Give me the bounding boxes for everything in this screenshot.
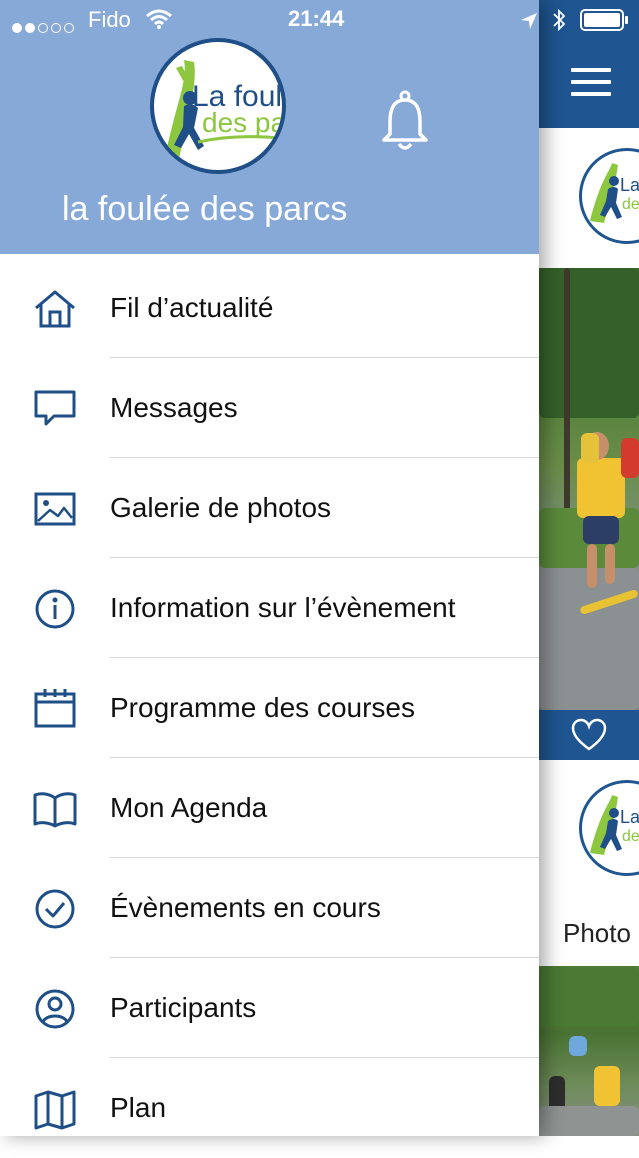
clock: 21:44 (288, 6, 345, 31)
svg-text:des: des (622, 828, 639, 845)
map-icon (32, 1088, 78, 1130)
app-name: la foulée des parcs (62, 190, 348, 228)
info-icon (32, 588, 78, 630)
menu-item-ongoing-events[interactable]: Évènements en cours (0, 858, 539, 958)
carrier-name: Fido (88, 7, 131, 32)
heart-icon[interactable] (571, 718, 607, 752)
feed-post-header: La fo des (539, 128, 639, 268)
menu-item-label: Plan (110, 1092, 167, 1123)
app-logo: La foulée des parcs (150, 38, 286, 174)
navigation-drawer: La foulée des parcs la foulée des parcs (0, 0, 539, 1136)
book-icon (32, 788, 78, 830)
menu-item-race-schedule[interactable]: Programme des courses (0, 658, 539, 758)
menu-item-label: Mon Agenda (110, 792, 268, 823)
menu-item-news-feed[interactable]: Fil d’actualité (0, 258, 539, 358)
feed-photo-crowd[interactable] (539, 966, 639, 1136)
user-circle-icon (32, 988, 78, 1030)
menu-item-map[interactable]: Plan (0, 1058, 539, 1158)
svg-text:La fo: La fo (620, 175, 639, 195)
menu-item-label: Messages (110, 392, 238, 423)
battery-icon (580, 9, 630, 31)
feed-post-header-2: La fo des (539, 760, 639, 901)
feed-logo: La fo des (579, 148, 639, 244)
feed-post-title: Photo (539, 900, 639, 966)
status-bar: Fido 21:44 (0, 0, 639, 40)
signal-strength-icon (12, 13, 77, 39)
menu-item-label: Information sur l’évènement (110, 592, 456, 623)
svg-text:des: des (622, 196, 639, 213)
menu-item-photo-gallery[interactable]: Galerie de photos (0, 458, 539, 558)
wifi-icon (146, 8, 172, 30)
hamburger-menu-icon[interactable] (571, 68, 611, 96)
bluetooth-icon (552, 8, 566, 32)
menu-item-participants[interactable]: Participants (0, 958, 539, 1058)
feed-logo-2: La fo des (579, 780, 639, 876)
image-icon (32, 488, 78, 530)
notifications-bell-icon[interactable] (380, 90, 430, 154)
menu-item-label: Programme des courses (110, 692, 416, 723)
menu-item-label: Participants (110, 992, 257, 1023)
menu-item-my-agenda[interactable]: Mon Agenda (0, 758, 539, 858)
feed-like-bar (539, 710, 639, 760)
chat-bubble-icon (32, 388, 78, 430)
home-icon (32, 288, 78, 330)
background-feed-screen: La fo des La fo des (539, 0, 639, 1136)
menu-item-messages[interactable]: Messages (0, 358, 539, 458)
logo-text-line2: des parcs (202, 107, 282, 138)
menu-item-label: Évènements en cours (110, 892, 381, 923)
drawer-menu: Fil d’actualité Messages Galerie de phot… (0, 258, 539, 1158)
menu-item-event-information[interactable]: Information sur l’évènement (0, 558, 539, 658)
location-arrow-icon (520, 10, 538, 29)
calendar-icon (32, 688, 78, 730)
menu-item-label: Fil d’actualité (110, 292, 274, 323)
svg-text:La fo: La fo (620, 807, 639, 827)
menu-item-label: Galerie de photos (110, 492, 332, 523)
clock-check-icon (32, 888, 78, 930)
feed-photo-runners[interactable] (539, 268, 639, 710)
